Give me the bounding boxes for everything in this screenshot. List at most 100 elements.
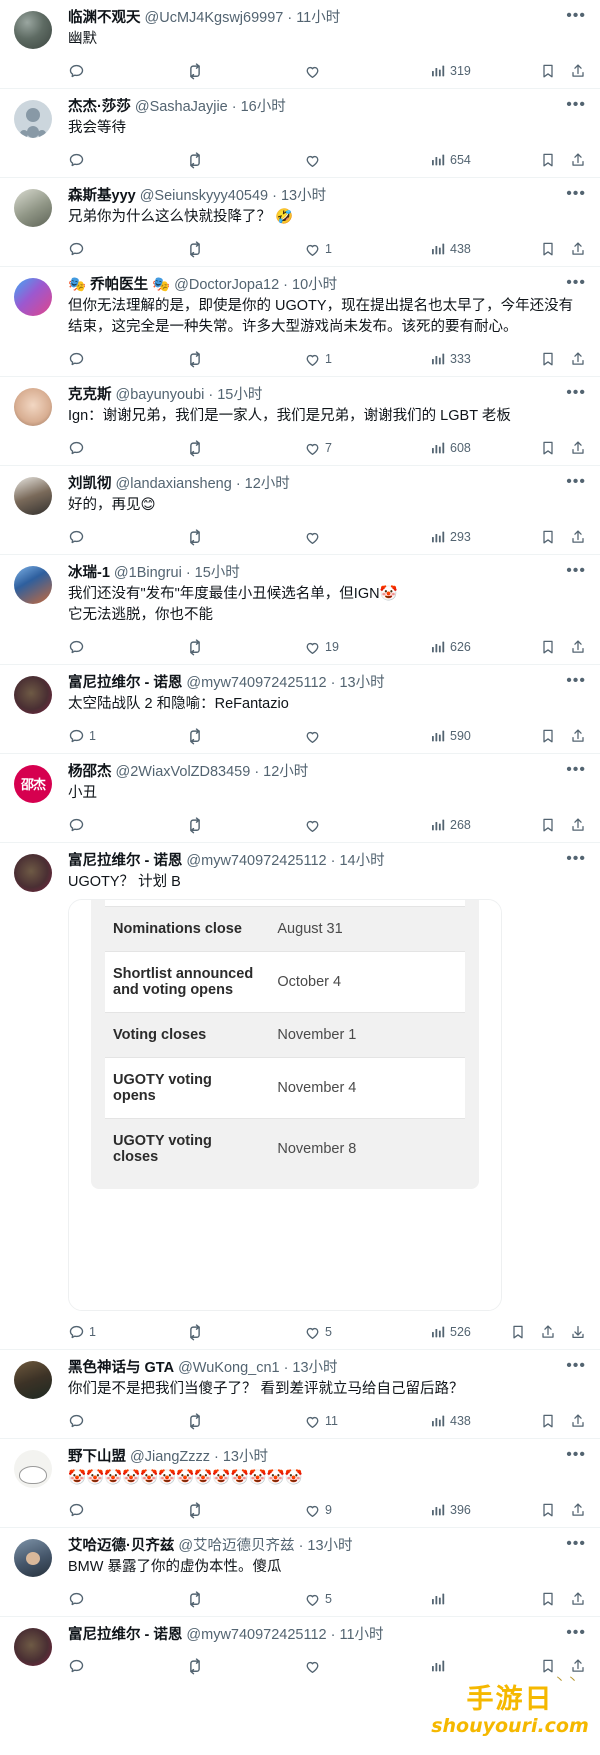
reply-action[interactable] [68, 351, 186, 368]
more-options-icon[interactable]: ••• [566, 1359, 586, 1375]
avatar[interactable] [14, 1539, 52, 1577]
heart-icon[interactable] [304, 351, 321, 368]
views-bar-chart-action[interactable] [430, 1591, 522, 1607]
share-action[interactable] [556, 241, 586, 257]
reply-icon[interactable] [68, 1591, 85, 1608]
bookmark-icon[interactable] [540, 529, 556, 545]
views-bar-chart-action[interactable]: 396 [430, 1502, 522, 1518]
avatar[interactable] [14, 100, 52, 138]
display-name[interactable]: 富尼拉维尔 - 诺恩 [68, 852, 182, 871]
views-bar-chart-icon[interactable] [430, 1591, 446, 1607]
retweet-icon[interactable] [186, 350, 204, 368]
avatar[interactable] [14, 566, 52, 604]
views-bar-chart-action[interactable]: 293 [430, 529, 522, 545]
timestamp[interactable]: 11小时 [296, 9, 340, 28]
retweet-icon[interactable] [186, 816, 204, 834]
share-upload-icon[interactable] [570, 728, 586, 744]
heart-icon[interactable] [304, 639, 321, 656]
heart-icon[interactable] [304, 728, 321, 745]
avatar[interactable] [14, 477, 52, 515]
share-upload-icon[interactable] [570, 351, 586, 367]
post-1[interactable]: 临渊不观天 @UcMJ4Kgswj69997 · 11小时 ••• 幽默 319 [0, 0, 600, 89]
views-bar-chart-icon[interactable] [430, 1413, 446, 1429]
retweet-action[interactable] [186, 638, 304, 656]
heart-icon[interactable] [304, 1413, 321, 1430]
timestamp[interactable]: 15小时 [195, 564, 240, 583]
share-upload-icon[interactable] [570, 1502, 586, 1518]
reply-action[interactable] [68, 1413, 186, 1430]
share-action[interactable] [556, 639, 586, 655]
share-action[interactable] [556, 440, 586, 456]
post-8[interactable]: 富尼拉维尔 - 诺恩 @myw740972425112 · 13小时 ••• 太空陆战队 … [0, 665, 600, 754]
avatar[interactable] [14, 11, 52, 49]
share-action[interactable] [556, 1591, 586, 1607]
bookmark-icon[interactable] [540, 1413, 556, 1429]
heart-icon[interactable] [304, 1591, 321, 1608]
display-name[interactable]: 🎭 乔帕医生 🎭 [68, 276, 170, 295]
display-name[interactable]: 冰瑞-1 [68, 564, 110, 583]
bookmark-action[interactable] [522, 152, 556, 168]
retweet-icon[interactable] [186, 528, 204, 546]
bookmark-action[interactable] [492, 1324, 526, 1340]
reply-action[interactable]: 1 [68, 1324, 186, 1341]
display-name[interactable]: 富尼拉维尔 - 诺恩 [68, 1626, 182, 1645]
heart-action[interactable]: 5 [304, 1324, 430, 1341]
post-5[interactable]: 克克斯 @bayunyoubi · 15小时 ••• Ign：谢谢兄弟，我们是一家人，我们… [0, 377, 600, 466]
bookmark-icon[interactable] [540, 1591, 556, 1607]
reply-action[interactable] [68, 241, 186, 258]
share-action[interactable] [556, 1502, 586, 1518]
reply-action[interactable]: 1 [68, 728, 186, 745]
bookmark-action[interactable] [522, 728, 556, 744]
bookmark-action[interactable] [522, 1658, 556, 1674]
avatar[interactable] [14, 278, 52, 316]
more-options-icon[interactable]: ••• [566, 98, 586, 114]
views-bar-chart-action[interactable]: 654 [430, 152, 522, 168]
reply-icon[interactable] [68, 639, 85, 656]
retweet-icon[interactable] [186, 439, 204, 457]
user-handle[interactable]: @2WiaxVolZD83459 [116, 763, 251, 782]
timestamp[interactable]: 12小时 [245, 475, 290, 494]
display-name[interactable]: 杨邵杰 [68, 763, 112, 782]
bookmark-icon[interactable] [540, 728, 556, 744]
retweet-action[interactable] [186, 151, 304, 169]
user-handle[interactable]: @myw740972425112 [186, 852, 326, 871]
bookmark-action[interactable] [522, 639, 556, 655]
avatar[interactable]: 邵杰 [14, 765, 52, 803]
views-bar-chart-icon[interactable] [430, 63, 446, 79]
timestamp[interactable]: 13小时 [223, 1448, 268, 1467]
more-options-icon[interactable]: ••• [566, 386, 586, 402]
share-upload-icon[interactable] [570, 1591, 586, 1607]
bookmark-icon[interactable] [510, 1324, 526, 1340]
heart-icon[interactable] [304, 529, 321, 546]
timestamp[interactable]: 10小时 [292, 276, 337, 295]
views-bar-chart-icon[interactable] [430, 639, 446, 655]
download-icon[interactable] [570, 1324, 586, 1340]
share-action[interactable] [556, 728, 586, 744]
heart-action[interactable]: 5 [304, 1591, 430, 1608]
heart-icon[interactable] [304, 1324, 321, 1341]
bookmark-icon[interactable] [540, 440, 556, 456]
display-name[interactable]: 临渊不观天 [68, 9, 141, 28]
heart-icon[interactable] [304, 440, 321, 457]
display-name[interactable]: 富尼拉维尔 - 诺恩 [68, 674, 182, 693]
bookmark-action[interactable] [522, 1413, 556, 1429]
timestamp[interactable]: 11小时 [339, 1626, 383, 1645]
more-options-icon[interactable]: ••• [566, 763, 586, 779]
post-6[interactable]: 刘凯彻 @landaxiansheng · 12小时 ••• 好的，再见😊 293 [0, 466, 600, 555]
timestamp[interactable]: 15小时 [217, 386, 262, 405]
avatar[interactable] [14, 388, 52, 426]
heart-action[interactable]: 7 [304, 440, 430, 457]
more-options-icon[interactable]: ••• [566, 1626, 586, 1642]
retweet-action[interactable] [186, 439, 304, 457]
heart-icon[interactable] [304, 241, 321, 258]
reply-icon[interactable] [68, 1658, 85, 1675]
reply-icon[interactable] [68, 440, 85, 457]
post-12[interactable]: 野下山盟 @JiangZzzz · 13小时 ••• 🤡🤡🤡🤡🤡🤡🤡🤡🤡🤡🤡🤡🤡 9 396 [0, 1439, 600, 1528]
bookmark-action[interactable] [522, 817, 556, 833]
retweet-icon[interactable] [186, 1412, 204, 1430]
user-handle[interactable]: @WuKong_cn1 [178, 1359, 280, 1378]
views-bar-chart-action[interactable]: 608 [430, 440, 522, 456]
retweet-action[interactable] [186, 1590, 304, 1608]
timestamp[interactable]: 13小时 [292, 1359, 337, 1378]
share-action[interactable] [556, 152, 586, 168]
